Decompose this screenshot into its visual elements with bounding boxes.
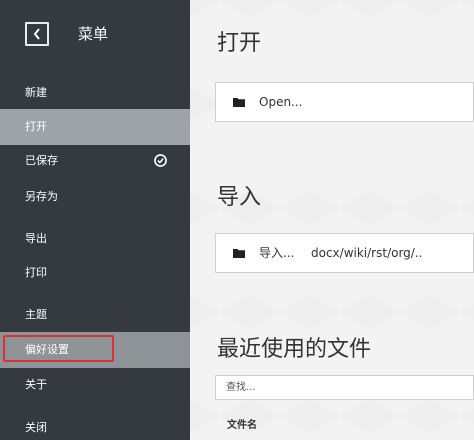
sidebar-item-label: 已保存 <box>25 154 58 167</box>
check-circle-icon <box>154 154 167 167</box>
sidebar-item-save-as[interactable]: 另存为 <box>0 179 190 215</box>
sidebar-item-label: 关于 <box>25 378 47 391</box>
sidebar-item-saved[interactable]: 已保存 <box>0 143 190 179</box>
sidebar-item-open[interactable]: 打开 <box>0 109 190 145</box>
back-button[interactable] <box>25 22 49 46</box>
sidebar-item-theme[interactable]: 主题 <box>0 297 190 333</box>
import-action-label: 导入... <box>259 246 295 260</box>
chevron-left-icon <box>33 28 40 40</box>
filename-column-header[interactable]: 文件名 <box>227 416 257 431</box>
sidebar-item-about[interactable]: 关于 <box>0 367 190 403</box>
recent-files-title: 最近使用的文件 <box>217 337 372 362</box>
sidebar-item-export[interactable]: 导出 <box>0 221 190 257</box>
sidebar-item-label: 打开 <box>25 120 47 133</box>
sidebar: 菜单 新建 打开 已保存 另存为 导出 打印 主题 偏好设置 关于 关闭 <box>0 0 190 440</box>
search-input[interactable] <box>215 375 474 400</box>
import-title: 导入 <box>217 185 262 210</box>
sidebar-item-label: 新建 <box>25 86 47 99</box>
sidebar-item-close[interactable]: 关闭 <box>0 410 190 440</box>
open-file-button[interactable]: Open... <box>215 82 474 122</box>
sidebar-item-label: 打印 <box>25 266 47 279</box>
sidebar-item-label: 另存为 <box>25 190 58 203</box>
sidebar-item-print[interactable]: 打印 <box>0 255 190 291</box>
sidebar-item-label: 关闭 <box>25 421 47 434</box>
sidebar-item-preferences[interactable]: 偏好设置 <box>0 332 190 368</box>
main-panel: 打开 Open... 导入 导入... docx/wiki/rst/org/..… <box>190 0 474 440</box>
open-title: 打开 <box>217 31 262 56</box>
sidebar-item-label: 导出 <box>25 232 47 245</box>
folder-icon <box>233 249 245 258</box>
import-file-button[interactable]: 导入... docx/wiki/rst/org/.. <box>215 233 474 273</box>
sidebar-item-label: 偏好设置 <box>25 343 69 356</box>
folder-icon <box>233 98 245 107</box>
open-action-label: Open... <box>259 95 303 109</box>
sidebar-item-label: 主题 <box>25 308 47 321</box>
sidebar-item-new[interactable]: 新建 <box>0 75 190 111</box>
import-formats: docx/wiki/rst/org/.. <box>311 246 423 260</box>
menu-title: 菜单 <box>78 25 109 43</box>
sidebar-header: 菜单 <box>0 0 190 70</box>
